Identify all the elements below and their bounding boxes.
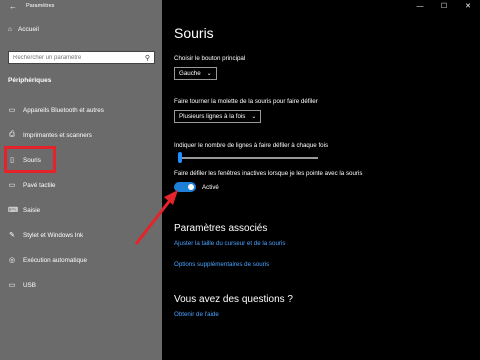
sidebar-item-bluetooth[interactable]: ▭ Appareils Bluetooth et autres bbox=[8, 106, 104, 115]
toggle-state: Activé bbox=[202, 184, 219, 191]
scroll-wheel-label: Faire tourner la molette de la souris po… bbox=[174, 98, 318, 105]
lines-slider-label: Indiquer le nombre de lignes à faire déf… bbox=[174, 142, 329, 149]
dropdown-value: Gauche bbox=[179, 70, 201, 77]
home-link[interactable]: ⌂ Accueil bbox=[8, 26, 39, 33]
search-icon[interactable]: ⚲ bbox=[145, 54, 150, 62]
primary-button-dropdown[interactable]: Gauche ⌄ bbox=[174, 67, 217, 80]
usb-icon: ▭ bbox=[8, 282, 16, 289]
pen-icon: ✎ bbox=[9, 232, 15, 239]
chevron-down-icon: ⌄ bbox=[251, 114, 257, 120]
home-icon: ⌂ bbox=[8, 26, 12, 33]
chevron-down-icon: ⌄ bbox=[206, 71, 212, 77]
sidebar: ← Paramètres ⌂ Accueil ⚲ Périphériques ▭… bbox=[0, 0, 162, 360]
search-input[interactable] bbox=[13, 54, 133, 61]
sidebar-item-label: Exécution automatique bbox=[23, 256, 88, 264]
sidebar-item-printers[interactable]: ⎙ Imprimantes et scanners bbox=[8, 131, 92, 139]
cursor-size-link[interactable]: Ajuster la taille du curseur et de la so… bbox=[174, 240, 285, 247]
sidebar-item-label: Appareils Bluetooth et autres bbox=[23, 106, 104, 114]
dropdown-value: Plusieurs lignes à la fois bbox=[179, 113, 246, 120]
autoplay-icon: ◎ bbox=[8, 257, 16, 264]
sidebar-item-label: USB bbox=[23, 281, 36, 289]
keyboard-icon: ⌨ bbox=[8, 207, 19, 214]
section-heading: Périphériques bbox=[8, 77, 52, 84]
home-label: Accueil bbox=[17, 26, 39, 33]
primary-button-label: Choisir le bouton principal bbox=[174, 55, 246, 62]
sidebar-item-label: Pavé tactile bbox=[23, 181, 56, 189]
get-help-link[interactable]: Obtenir de l'aide bbox=[174, 311, 219, 318]
lines-slider-track[interactable] bbox=[178, 157, 318, 159]
window-controls: — ☐ ✕ bbox=[408, 0, 480, 12]
bluetooth-icon: ▭ bbox=[8, 107, 16, 114]
main-panel: Souris Choisir le bouton principal Gauch… bbox=[162, 0, 480, 360]
close-icon[interactable]: ✕ bbox=[456, 0, 480, 12]
toggle-knob bbox=[188, 184, 194, 190]
back-arrow-icon[interactable]: ← bbox=[6, 2, 20, 11]
page-title: Souris bbox=[174, 25, 214, 41]
sidebar-item-usb[interactable]: ▭ USB bbox=[8, 281, 36, 290]
scroll-wheel-dropdown[interactable]: Plusieurs lignes à la fois ⌄ bbox=[174, 110, 262, 123]
app-title: Paramètres bbox=[26, 3, 55, 9]
maximize-icon[interactable]: ☐ bbox=[432, 0, 456, 12]
printer-icon: ⎙ bbox=[9, 131, 15, 138]
minimize-icon[interactable]: — bbox=[408, 0, 432, 12]
sidebar-item-typing[interactable]: ⌨ Saisie bbox=[8, 206, 41, 215]
inactive-scroll-toggle[interactable] bbox=[174, 182, 196, 192]
search-box[interactable]: ⚲ bbox=[8, 51, 155, 64]
sidebar-item-label: Stylet et Windows Ink bbox=[23, 231, 84, 239]
inactive-scroll-label: Faire défiler les fenêtres inactives lor… bbox=[174, 170, 363, 177]
sidebar-item-autoplay[interactable]: ◎ Exécution automatique bbox=[8, 256, 88, 265]
highlight-box bbox=[4, 146, 56, 173]
related-settings-heading: Paramètres associés bbox=[174, 223, 268, 234]
questions-heading: Vous avez des questions ? bbox=[174, 294, 293, 305]
sidebar-item-label: Saisie bbox=[23, 206, 41, 214]
title-bar: ← Paramètres bbox=[0, 0, 162, 12]
lines-slider-thumb[interactable] bbox=[178, 152, 182, 163]
sidebar-item-label: Imprimantes et scanners bbox=[23, 131, 92, 139]
sidebar-item-pen[interactable]: ✎ Stylet et Windows Ink bbox=[8, 231, 84, 240]
additional-mouse-options-link[interactable]: Options supplémentaires de souris bbox=[174, 261, 269, 268]
sidebar-item-touchpad[interactable]: ▭ Pavé tactile bbox=[8, 181, 56, 190]
touchpad-icon: ▭ bbox=[8, 182, 16, 189]
